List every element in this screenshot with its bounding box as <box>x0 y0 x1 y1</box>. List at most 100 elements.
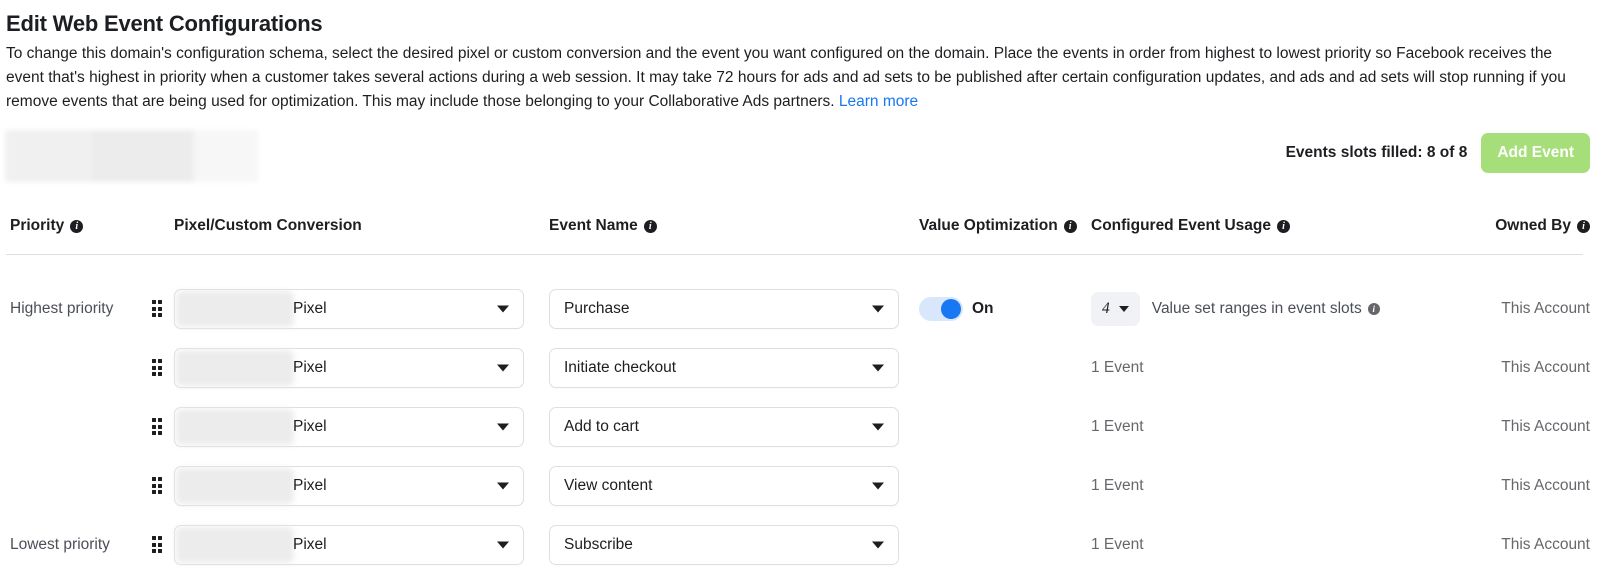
info-icon[interactable]: i <box>1063 219 1077 233</box>
drag-handle-icon[interactable] <box>150 475 165 496</box>
events-slots-filled-label: Events slots filled: 8 of 8 <box>1285 144 1468 161</box>
toolbar: Events slots filled: 8 of 8 Add Event <box>1286 133 1590 173</box>
event-name-cell: Subscribe <box>549 524 919 565</box>
event-name-select[interactable]: Add to cart <box>549 406 899 447</box>
event-name-select[interactable]: Subscribe <box>549 524 899 565</box>
priority-cell: Highest priority <box>0 300 140 318</box>
chevron-down-icon <box>872 423 884 430</box>
pixel-cell: Pixel <box>174 406 549 447</box>
redacted-pixel-name <box>176 290 294 327</box>
chevron-down-icon <box>872 482 884 489</box>
pixel-select[interactable]: Pixel <box>174 524 524 565</box>
event-name-select-value: Add to cart <box>564 417 639 435</box>
configured-event-usage-cell: 4 Value set ranges in event slots i <box>1091 291 1435 326</box>
event-name-cell: View content <box>549 465 919 506</box>
info-icon[interactable]: i <box>643 219 657 233</box>
page-title: Edit Web Event Configurations <box>6 11 323 36</box>
owned-by-cell: This Account <box>1435 477 1600 495</box>
page-description: To change this domain's configuration sc… <box>6 42 1594 114</box>
add-event-button[interactable]: Add Event <box>1481 133 1590 173</box>
chevron-down-icon <box>872 305 884 312</box>
event-name-select-value: Initiate checkout <box>564 358 677 376</box>
owned-by-cell: This Account <box>1435 300 1600 318</box>
pixel-cell: Pixel <box>174 288 549 329</box>
event-name-cell: Initiate checkout <box>549 347 919 388</box>
chevron-down-icon <box>497 423 509 430</box>
redacted-pixel-name <box>176 526 294 563</box>
value-set-ranges-note-text: Value set ranges in event slots <box>1151 299 1362 317</box>
column-header-value-optimization-label: Value Optimization <box>919 217 1058 234</box>
table-row: Lowest priority Pixel Subscribe 1 Event … <box>0 515 1600 574</box>
table-header-row: Priority i Pixel/Custom Conversion Event… <box>0 205 1600 247</box>
pixel-select-inner: Pixel <box>175 467 523 505</box>
table-row: Pixel Add to cart 1 Event This Account <box>0 397 1600 456</box>
value-optimization-control: On <box>919 296 1091 321</box>
configured-event-usage-value: 1 Event <box>1091 476 1144 494</box>
redacted-pixel-name <box>176 408 294 445</box>
table-row: Pixel View content 1 Event This Account <box>0 456 1600 515</box>
column-header-event-name-label: Event Name <box>549 217 638 234</box>
pixel-select-inner: Pixel <box>175 526 523 564</box>
edit-web-event-configurations-page: Edit Web Event Configurations To change … <box>0 0 1600 578</box>
column-header-configured-event-usage: Configured Event Usage i <box>1091 217 1435 235</box>
event-name-select[interactable]: Purchase <box>549 288 899 329</box>
info-icon[interactable]: i <box>70 219 84 233</box>
priority-cell: Lowest priority <box>0 536 140 554</box>
configured-event-usage-cell: 1 Event <box>1091 536 1435 554</box>
column-header-owned-by: Owned By i <box>1435 217 1590 235</box>
value-set-count-select[interactable]: 4 <box>1091 291 1140 326</box>
event-name-select[interactable]: Initiate checkout <box>549 347 899 388</box>
pixel-select-value: Pixel <box>293 535 327 553</box>
redacted-pixel-name <box>176 467 294 504</box>
configured-event-usage-value: 1 Event <box>1091 535 1144 553</box>
configured-event-usage-value: 1 Event <box>1091 358 1144 376</box>
pixel-cell: Pixel <box>174 524 549 565</box>
column-header-event-cell: Event Name i <box>549 217 919 235</box>
info-icon[interactable]: i <box>1577 219 1590 233</box>
pixel-select-inner: Pixel <box>175 408 523 446</box>
priority-label: Highest priority <box>10 299 114 317</box>
column-header-priority-cell: Priority i <box>0 217 140 235</box>
drag-handle-icon[interactable] <box>150 357 165 378</box>
learn-more-link[interactable]: Learn more <box>839 93 918 110</box>
drag-handle-icon[interactable] <box>150 416 165 437</box>
redacted-domain-block <box>5 130 258 182</box>
info-icon[interactable]: i <box>1277 219 1290 233</box>
column-header-value-optimization-cell: Value Optimization i <box>919 217 1091 235</box>
owned-by-cell: This Account <box>1435 418 1600 436</box>
pixel-select[interactable]: Pixel <box>174 347 524 388</box>
pixel-select[interactable]: Pixel <box>174 288 524 329</box>
column-header-configured-event-usage-cell: Configured Event Usage i <box>1091 217 1435 235</box>
event-name-select[interactable]: View content <box>549 465 899 506</box>
chevron-down-icon <box>872 364 884 371</box>
pixel-select-inner: Pixel <box>175 349 523 387</box>
value-optimization-cell: On <box>919 296 1091 321</box>
event-name-cell: Purchase <box>549 288 919 329</box>
chevron-down-icon <box>1118 305 1129 312</box>
pixel-select-value: Pixel <box>293 299 327 317</box>
pixel-select-value: Pixel <box>293 358 327 376</box>
configured-event-usage-value: 1 Event <box>1091 417 1144 435</box>
info-icon[interactable]: i <box>1367 302 1380 315</box>
value-optimization-toggle[interactable] <box>919 296 963 321</box>
column-header-priority-label: Priority <box>10 217 65 234</box>
drag-handle-cell <box>140 534 174 555</box>
owned-by-value: This Account <box>1501 417 1590 435</box>
column-header-pixel-cell: Pixel/Custom Conversion <box>174 217 549 235</box>
table-row: Highest priority Pixel Purchase On 4 Val… <box>0 279 1600 338</box>
column-header-event-name: Event Name i <box>549 217 919 235</box>
event-name-select-value: Subscribe <box>564 535 633 553</box>
drag-handle-icon[interactable] <box>150 534 165 555</box>
page-header: Edit Web Event Configurations To change … <box>6 10 1594 114</box>
drag-handle-icon[interactable] <box>150 298 165 319</box>
pixel-select-value: Pixel <box>293 476 327 494</box>
event-name-select-value: View content <box>564 476 653 494</box>
drag-handle-cell <box>140 416 174 437</box>
table-header-divider <box>6 254 1583 255</box>
drag-handle-cell <box>140 357 174 378</box>
pixel-select[interactable]: Pixel <box>174 406 524 447</box>
owned-by-value: This Account <box>1501 535 1590 553</box>
value-set-count-value: 4 <box>1102 299 1110 317</box>
pixel-select[interactable]: Pixel <box>174 465 524 506</box>
chevron-down-icon <box>872 541 884 548</box>
